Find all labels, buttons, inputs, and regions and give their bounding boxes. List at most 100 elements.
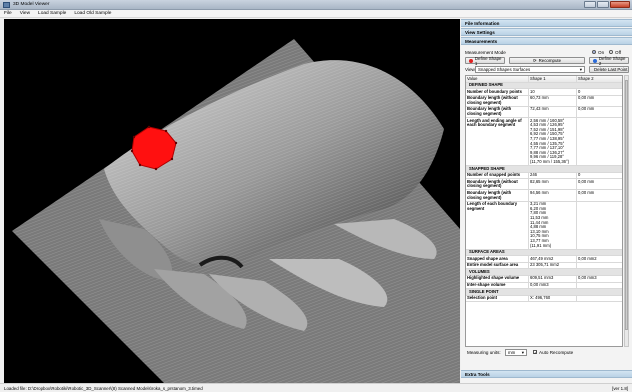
table-row[interactable]: Selection point X: 496,760	[466, 296, 622, 303]
shape-2-value	[577, 263, 622, 269]
shape-1-value: X: 496,760	[529, 296, 577, 302]
shape-2-icon	[593, 58, 597, 63]
define-shape-1-label: Define Shape 1	[474, 55, 502, 66]
shape-1-value: 0,00 mm3	[529, 282, 577, 289]
row-label: Boundary length (without closing segment…	[466, 95, 529, 106]
measurement-mode-label: Measurement Mode	[465, 50, 506, 55]
table-body: DEFINED SHAPE Number of boundary points 10…	[466, 82, 622, 303]
shape-2-value	[577, 296, 622, 302]
view-label: View	[465, 67, 475, 72]
row-label: Selection point	[466, 296, 529, 302]
mode-on-label: On	[598, 50, 605, 55]
row-label: Snapped shape area	[466, 256, 529, 262]
shape-2-value	[577, 118, 622, 165]
maximize-button[interactable]	[597, 1, 609, 8]
table-row[interactable]: Boundary length (without closing segment…	[466, 95, 622, 107]
shape-2-value: 0,00 mm	[578, 189, 595, 195]
shape-1-value: 609,51 mm3	[529, 276, 577, 282]
define-shape-2-label: Define Shape 2	[598, 55, 626, 66]
view-select-value: Snapped Shapes Surfaces	[478, 67, 531, 72]
shape-1-value: 72,43 mm	[529, 107, 577, 118]
define-shape-1-button[interactable]: Define Shape 1	[465, 55, 505, 66]
3d-viewport[interactable]	[4, 19, 460, 383]
mode-off-radio[interactable]	[609, 50, 613, 54]
menu-bar: File View Load Sample Load Old Sample	[0, 10, 632, 18]
menu-load-sample[interactable]: Load Sample	[34, 10, 70, 17]
shape-2-value: 0,00 mm	[578, 95, 595, 101]
chevron-down-icon: ▾	[521, 349, 524, 355]
section-label: SINGLE POINT	[469, 288, 499, 294]
app-icon	[3, 2, 10, 8]
header-shape-1[interactable]: Shape 1	[529, 76, 577, 82]
row-label: Length and ending angle of each boundary…	[466, 118, 529, 166]
section-label: DEFINED SHAPE	[469, 82, 503, 88]
menu-file[interactable]: File	[0, 10, 16, 17]
section-measurements[interactable]: Measurements	[461, 37, 632, 45]
table-row[interactable]: Length of each boundary segment 3,21 mm 6…	[466, 201, 622, 250]
section-extra-tools[interactable]: Extra Tools	[461, 370, 632, 378]
define-shape-2-button[interactable]: Define Shape 2	[589, 55, 629, 66]
shape-2-value	[577, 202, 622, 249]
section-label: VOLUMES	[469, 268, 490, 274]
shape-1-value: 246	[529, 173, 577, 179]
units-select[interactable]: mm ▾	[505, 349, 527, 356]
table-row[interactable]: Boundary length (with closing segment) 94…	[466, 189, 622, 202]
recompute-label: Recompute	[538, 58, 562, 63]
shape-2-value: 0,00 mm2	[578, 255, 597, 261]
shape-1-icon	[469, 58, 473, 63]
shape-1-value: 60,73 mm	[529, 95, 577, 106]
table-row[interactable]: Length and ending angle of each boundary…	[466, 118, 622, 167]
section-view-settings[interactable]: View Settings	[461, 28, 632, 36]
delete-last-point-label: Delete Last Point	[594, 67, 628, 72]
shape-1-value: 2,56 mm / 160,58° 4,53 mm / 126,95° 7,52…	[529, 118, 577, 166]
shape-1-value: 3,21 mm 6,20 mm 7,80 mm 11,53 mm 11,44 m…	[529, 201, 577, 249]
shape-1-value: 10	[529, 89, 577, 95]
section-file-information[interactable]: File Information	[461, 19, 632, 27]
shape-2-value	[577, 283, 622, 289]
shape-1-value: 23 305,71 mm2	[529, 263, 577, 269]
status-bar: Loaded file: D:\Dropbox\Robotiki\Robotic…	[0, 383, 632, 392]
window-title: 3D Model Viewer	[13, 2, 50, 7]
loaded-file-status: Loaded file: D:\Dropbox\Robotiki\Robotic…	[4, 386, 203, 391]
row-label: Inter-shape volume	[466, 282, 529, 289]
shape-2-value: 0,00 mm	[578, 106, 595, 112]
table-scrollbar[interactable]	[624, 75, 629, 347]
scrollbar-thumb[interactable]	[625, 80, 628, 330]
shape-2-value: 0	[578, 88, 581, 94]
window-controls	[584, 1, 630, 9]
row-label: Boundary length (without closing segment…	[466, 179, 529, 190]
right-panel: File Information View Settings Measureme…	[461, 19, 632, 383]
recompute-button[interactable]: ⟳ Recompute	[509, 57, 585, 64]
row-label: Highlighted shape volume	[466, 276, 529, 282]
header-shape-2[interactable]: Shape 2	[577, 76, 622, 82]
minimize-button[interactable]	[584, 1, 596, 8]
row-label: Number of boundary points	[466, 89, 529, 95]
shape-1-value: 94,56 mm	[529, 190, 577, 201]
shape-1-value: 82,65 mm	[529, 179, 577, 190]
shape-2-value: 0,00 mm	[578, 178, 595, 184]
mode-off-label: Off	[615, 50, 622, 55]
recompute-icon: ⟳	[532, 57, 537, 63]
shape-1-value: 467,49 mm2	[529, 256, 577, 262]
measurements-table: Value Shape 1 Shape 2 DEFINED SHAPE Numbe…	[465, 75, 623, 347]
title-bar: 3D Model Viewer	[0, 0, 632, 10]
mode-on-radio[interactable]	[592, 50, 596, 54]
table-row[interactable]: Boundary length (without closing segment…	[466, 178, 622, 191]
close-button[interactable]	[610, 1, 630, 8]
delete-last-point-button[interactable]: Delete Last Point	[589, 66, 629, 73]
auto-recompute-checkbox[interactable]: ✓	[533, 350, 537, 355]
units-select-value: mm	[508, 350, 516, 355]
row-label: Entire model surface area	[466, 263, 529, 269]
section-label: SURFACE AREAS	[469, 249, 505, 255]
chevron-down-icon: ▾	[579, 66, 582, 72]
units-label: Measuring units:	[467, 350, 501, 355]
row-label: Boundary length (with closing segment)	[466, 107, 529, 118]
menu-view[interactable]: View	[16, 10, 34, 17]
table-row[interactable]: Boundary length (with closing segment) 72…	[466, 106, 622, 119]
view-select[interactable]: Snapped Shapes Surfaces ▾	[475, 66, 585, 73]
row-label: Length of each boundary segment	[466, 201, 529, 249]
row-label: Number of snapped points	[466, 173, 529, 179]
header-value[interactable]: Value	[466, 76, 529, 82]
menu-load-old-sample[interactable]: Load Old Sample	[70, 10, 115, 17]
hand-model-render	[12, 39, 460, 383]
